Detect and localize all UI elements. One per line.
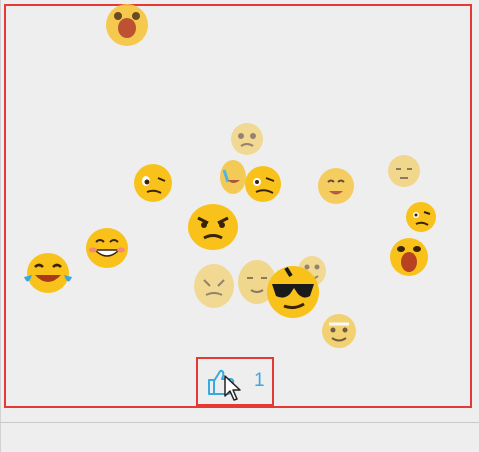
like-button[interactable]: 1 xyxy=(196,357,274,406)
shocked-face-icon xyxy=(104,2,150,48)
tongue-face-icon xyxy=(316,166,356,206)
grinning-face-icon xyxy=(84,226,130,270)
smirking-face-icon xyxy=(243,163,283,205)
angry-face-icon xyxy=(186,202,240,252)
thumbs-up-icon xyxy=(206,367,236,397)
confused-face-icon xyxy=(229,121,265,157)
divider xyxy=(0,422,479,423)
sleepy-face-icon xyxy=(386,153,422,189)
page: 1 xyxy=(0,0,479,452)
smirking-face-icon xyxy=(132,162,174,204)
confused-face-icon xyxy=(404,200,438,234)
sunglasses-face-icon xyxy=(264,262,322,320)
crying-face-icon xyxy=(192,262,236,310)
grinning-face-icon xyxy=(320,312,358,350)
like-count: 1 xyxy=(254,370,265,391)
shocked-face-icon xyxy=(388,236,430,278)
laughing-tears-face-icon xyxy=(22,251,74,295)
